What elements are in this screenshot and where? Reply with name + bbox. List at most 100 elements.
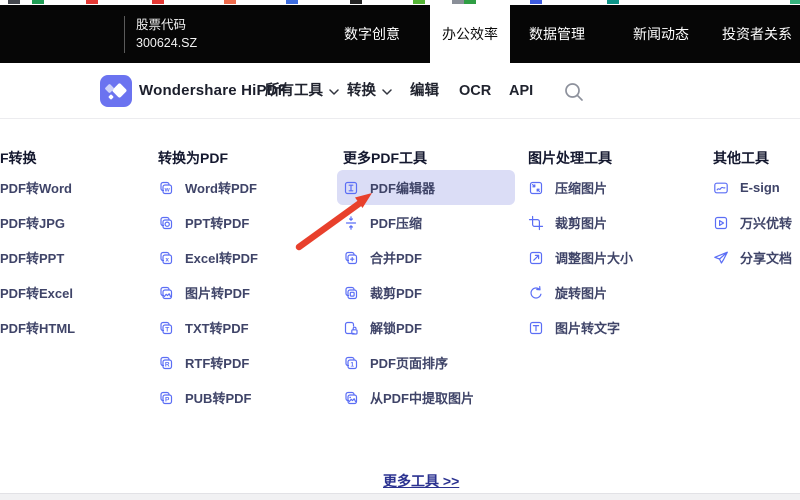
topbar-nav-数据管理[interactable]: 数据管理 <box>529 5 585 63</box>
browser-favicon-fragment <box>8 0 20 4</box>
menu-item-label: 图片转PDF <box>185 283 250 302</box>
menu-item-label: PDF页面排序 <box>370 353 448 372</box>
svg-text:R: R <box>165 361 170 368</box>
ppt-file-icon <box>158 215 174 231</box>
header-nav-label: 编辑 <box>410 63 439 119</box>
topbar-nav-数字创意[interactable]: 数字创意 <box>344 5 400 63</box>
header-nav-API[interactable]: API <box>509 63 533 119</box>
menu-item-解锁PDF[interactable]: 解锁PDF <box>343 310 528 345</box>
menu-item-label: 调整图片大小 <box>555 248 633 267</box>
esign-icon <box>713 180 729 196</box>
menu-item-PDF转Excel[interactable]: PDF转Excel <box>0 275 150 310</box>
menu-item-label: 解锁PDF <box>370 318 422 337</box>
header-nav-所有工具[interactable]: 所有工具 <box>265 63 339 119</box>
menu-item-label: PDF编辑器 <box>370 178 435 197</box>
menu-column-2: 更多PDF工具PDF编辑器PDF压缩合并PDF裁剪PDF解锁PDF1PDF页面排… <box>343 146 528 415</box>
menu-item-万兴优转[interactable]: 万兴优转 <box>713 205 800 240</box>
menu-item-E-sign[interactable]: E-sign <box>713 170 800 205</box>
compress-pdf-icon <box>343 215 359 231</box>
stock-code: 300624.SZ <box>136 34 197 52</box>
pub-file-icon: P <box>158 390 174 406</box>
menu-item-label: Word转PDF <box>185 178 257 197</box>
browser-favicon-fragment <box>413 0 425 4</box>
topbar-nav-办公效率-active[interactable]: 办公效率 <box>430 5 510 63</box>
menu-column-header: 转换为PDF <box>158 146 340 170</box>
rtf-file-icon: R <box>158 355 174 371</box>
menu-item-label: 裁剪图片 <box>555 213 607 232</box>
image-file-icon <box>158 285 174 301</box>
menu-item-PDF转Word[interactable]: PDF转Word <box>0 170 150 205</box>
browser-favicon-fragment <box>790 0 800 4</box>
menu-item-PDF转PPT[interactable]: PDF转PPT <box>0 240 150 275</box>
menu-item-旋转图片[interactable]: 旋转图片 <box>528 275 710 310</box>
menu-item-RTF转PDF[interactable]: RRTF转PDF <box>158 345 340 380</box>
menu-item-PDF压缩[interactable]: PDF压缩 <box>343 205 528 240</box>
browser-favicon-fragment <box>530 0 542 4</box>
more-tools-link[interactable]: 更多工具 >> <box>383 471 459 491</box>
topbar-nav-新闻动态[interactable]: 新闻动态 <box>633 5 689 63</box>
header-nav-OCR[interactable]: OCR <box>459 63 491 119</box>
header-nav-label: 转换 <box>347 63 376 119</box>
menu-item-分享文档[interactable]: 分享文档NEW <box>713 240 800 275</box>
image-to-text-icon <box>528 320 544 336</box>
unlock-pdf-icon <box>343 320 359 336</box>
menu-item-PDF页面排序[interactable]: 1PDF页面排序 <box>343 345 528 380</box>
hipdf-logo-icon[interactable] <box>100 75 132 107</box>
browser-favicon-fragment <box>607 0 619 4</box>
stock-code-block: 股票代码 300624.SZ <box>136 16 197 52</box>
extract-image-icon <box>343 390 359 406</box>
crop-image-icon <box>528 215 544 231</box>
menu-column-header: 其他工具 <box>713 146 800 170</box>
menu-item-调整图片大小[interactable]: 调整图片大小 <box>528 240 710 275</box>
menu-column-1: 转换为PDF w Word转PDF PPT转PDF xExcel转PDF 图片转PDF TT… <box>158 146 340 415</box>
paper-plane-icon <box>713 250 729 266</box>
menu-item-图片转文字[interactable]: 图片转文字 <box>528 310 710 345</box>
site-header: Wondershare HiPDF 所有工具转换编辑OCRAPI 桌面版 <box>0 63 800 119</box>
menu-item-label: 旋转图片 <box>555 283 607 302</box>
menu-item-图片转PDF[interactable]: 图片转PDF <box>158 275 340 310</box>
menu-column-3: 图片处理工具压缩图片裁剪图片调整图片大小旋转图片图片转文字 <box>528 146 710 345</box>
menu-item-label: PPT转PDF <box>185 213 249 232</box>
chevron-down-icon <box>382 63 392 119</box>
menu-column-0: F转换PDF转WordPDF转JPGPDF转PPTPDF转ExcelPDF转HT… <box>0 146 150 345</box>
header-nav-编辑[interactable]: 编辑 <box>410 63 439 119</box>
svg-text:w: w <box>164 186 171 193</box>
svg-text:x: x <box>165 256 169 263</box>
menu-item-PDF转HTML[interactable]: PDF转HTML <box>0 310 150 345</box>
search-icon[interactable] <box>563 81 585 103</box>
browser-favicon-fragment <box>224 0 236 4</box>
menu-item-PPT转PDF[interactable]: PPT转PDF <box>158 205 340 240</box>
browser-favicon-fragment <box>464 0 476 4</box>
play-video-icon <box>713 215 729 231</box>
menu-item-label: 从PDF中提取图片 <box>370 388 474 407</box>
corporate-topbar: 股票代码 300624.SZ 数字创意办公效率数据管理新闻动态投资者关系 <box>0 5 800 63</box>
menu-item-label: 裁剪PDF <box>370 283 422 302</box>
topbar-nav-投资者关系[interactable]: 投资者关系 <box>722 5 792 63</box>
menu-item-PDF编辑器-highlighted[interactable]: PDF编辑器 <box>337 170 515 205</box>
menu-item-label: 万兴优转 <box>740 213 792 232</box>
menu-item-PDF转JPG[interactable]: PDF转JPG <box>0 205 150 240</box>
menu-item-压缩图片[interactable]: 压缩图片 <box>528 170 710 205</box>
menu-item-裁剪PDF[interactable]: 裁剪PDF <box>343 275 528 310</box>
rotate-image-icon <box>528 285 544 301</box>
menu-item-从PDF中提取图片[interactable]: 从PDF中提取图片 <box>343 380 528 415</box>
browser-favicon-fragment <box>32 0 44 4</box>
menu-item-合并PDF[interactable]: 合并PDF <box>343 240 528 275</box>
merge-pdf-icon <box>343 250 359 266</box>
menu-item-TXT转PDF[interactable]: TTXT转PDF <box>158 310 340 345</box>
menu-item-Word转PDF[interactable]: w Word转PDF <box>158 170 340 205</box>
menu-column-header: 图片处理工具 <box>528 146 710 170</box>
menu-item-Excel转PDF[interactable]: xExcel转PDF <box>158 240 340 275</box>
word-file-icon: w <box>158 180 174 196</box>
resize-image-icon <box>528 250 544 266</box>
header-nav-转换[interactable]: 转换 <box>347 63 392 119</box>
header-nav-label: 所有工具 <box>265 63 323 119</box>
crop-pdf-icon <box>343 285 359 301</box>
menu-column-header: F转换 <box>0 146 150 170</box>
menu-item-label: E-sign <box>740 180 780 195</box>
svg-text:T: T <box>165 326 169 333</box>
browser-favicon-fragment <box>452 0 464 4</box>
menu-item-裁剪图片[interactable]: 裁剪图片 <box>528 205 710 240</box>
text-editor-icon <box>343 180 359 196</box>
menu-item-PUB转PDF[interactable]: PPUB转PDF <box>158 380 340 415</box>
